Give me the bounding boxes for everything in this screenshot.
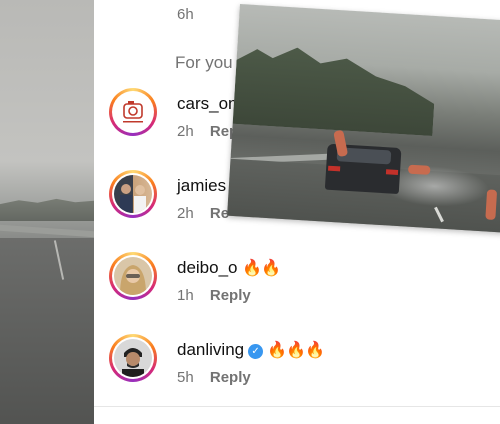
previous-comment-time: 6h xyxy=(177,6,194,23)
reply-button[interactable]: Reply xyxy=(210,369,251,386)
background-video-frame xyxy=(0,0,94,424)
username-text: deibo_o xyxy=(177,258,238,277)
comment-meta: 2h Re xyxy=(177,205,229,222)
reply-button[interactable]: Reply xyxy=(210,287,251,304)
avatar[interactable] xyxy=(109,170,157,218)
comment-time: 5h xyxy=(177,369,194,386)
overlay-photo xyxy=(227,4,500,233)
comment-username[interactable]: danliving ✓ 🔥🔥🔥 xyxy=(177,340,325,360)
comment-time: 2h xyxy=(177,123,194,140)
comment-text: 🔥🔥 xyxy=(242,260,281,277)
avatar[interactable] xyxy=(109,252,157,300)
comment-time: 2h xyxy=(177,205,194,222)
photo-trees xyxy=(233,44,438,136)
background-guardrail xyxy=(0,224,94,238)
comment-username[interactable]: jamies xyxy=(177,176,226,196)
avatar[interactable] xyxy=(109,334,157,382)
verified-badge-icon: ✓ xyxy=(248,344,264,359)
comment-meta: 5h Reply xyxy=(177,369,251,386)
profile-photo-icon xyxy=(122,348,144,377)
couple-photo-icon xyxy=(120,184,146,213)
username-text: danliving xyxy=(177,340,245,359)
avatar[interactable] xyxy=(109,88,157,136)
comment-meta: 1h Reply xyxy=(177,287,251,304)
section-label-for-you: For you xyxy=(175,53,233,72)
comment-username[interactable]: cars_on xyxy=(177,94,237,114)
background-treeline xyxy=(0,198,94,221)
comment-item: danliving ✓ 🔥🔥🔥 5h Reply xyxy=(94,334,500,404)
background-road xyxy=(0,238,94,424)
comment-item: deibo_o 🔥🔥 1h Reply xyxy=(94,252,500,322)
photo-person xyxy=(485,189,498,220)
comment-time: 1h xyxy=(177,287,194,304)
comment-username[interactable]: deibo_o 🔥🔥 xyxy=(177,258,281,278)
camera-logo-icon xyxy=(123,101,143,123)
profile-photo-icon xyxy=(120,265,146,295)
divider xyxy=(94,406,500,407)
photo-person xyxy=(407,164,431,175)
comment-text: 🔥🔥🔥 xyxy=(267,342,325,359)
